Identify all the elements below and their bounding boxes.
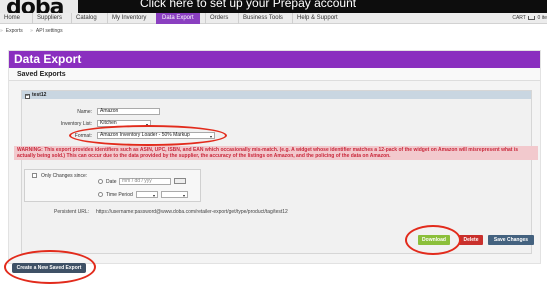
time-period-unit-select[interactable]: ▾ — [161, 191, 188, 198]
logo-text: doba — [6, 0, 64, 13]
persistent-url-label: Persistent URL: — [54, 209, 90, 215]
delete-button[interactable]: Delete — [459, 235, 483, 245]
time-period-amount-select[interactable]: ▾ — [136, 191, 158, 198]
prepay-promo-link[interactable]: Click here to set up your Prepay account — [140, 0, 356, 10]
page-title: Data Export — [9, 51, 540, 68]
export-section-title: test12 — [32, 92, 47, 98]
only-changes-checkbox[interactable] — [32, 173, 37, 178]
only-changes-label: Only Changes since: — [41, 173, 88, 179]
sub-nav: » Exports » API settings — [0, 28, 69, 36]
format-value: Amazon Inventory Loader - 50% Markup — [100, 132, 190, 138]
cart-count: 0 ite — [537, 15, 547, 21]
name-label: Name: — [77, 109, 92, 115]
name-field[interactable]: Amazon — [97, 108, 160, 115]
save-changes-button[interactable]: Save Changes — [488, 235, 534, 245]
logo[interactable]: doba — [0, 0, 78, 13]
cart-icon — [528, 15, 536, 20]
nav-help-support[interactable]: Help & Support — [292, 13, 338, 24]
nav-catalog[interactable]: Catalog — [71, 13, 97, 24]
inventory-list-select[interactable]: Kitchen ▾ — [97, 120, 151, 127]
time-period-label: Time Period — [106, 192, 133, 198]
create-saved-export-button[interactable]: Create a New Saved Export — [12, 263, 86, 273]
separator-icon: » — [30, 28, 33, 34]
collapse-icon[interactable]: − — [25, 94, 30, 99]
persistent-url-value[interactable]: https://username:password@www.doba.com/r… — [96, 209, 288, 215]
nav-my-inventory[interactable]: My Inventory — [107, 13, 146, 24]
chevron-down-icon: ▾ — [182, 193, 185, 198]
chevron-down-icon: ▾ — [209, 134, 212, 139]
separator-icon: » — [0, 28, 3, 34]
date-label: Date — [106, 179, 117, 185]
chevron-down-icon: ▾ — [145, 122, 148, 127]
cart-link[interactable]: CART 0 ite — [512, 13, 547, 24]
date-input[interactable]: mm / dd / yyy — [119, 178, 171, 185]
nav-business-tools[interactable]: Business Tools — [238, 13, 283, 24]
subnav-exports[interactable]: Exports — [6, 28, 23, 34]
download-button[interactable]: Download — [418, 235, 450, 245]
top-banner: doba Click here to set up your Prepay ac… — [0, 0, 547, 13]
chevron-down-icon: ▾ — [152, 193, 155, 198]
nav-data-export[interactable]: Data Export — [156, 13, 200, 24]
inventory-list-label: Inventory List: — [60, 121, 92, 127]
saved-exports-heading: Saved Exports — [9, 68, 540, 81]
nav-suppliers[interactable]: Suppliers — [32, 13, 62, 24]
calendar-icon[interactable] — [174, 178, 186, 184]
export-section-header[interactable]: − test12 — [22, 91, 531, 99]
nav-home[interactable]: Home — [0, 13, 20, 24]
time-period-radio[interactable] — [98, 192, 103, 197]
format-label: Format: — [74, 133, 92, 139]
warning-message: WARNING: This export provides identifier… — [14, 146, 538, 160]
format-select[interactable]: Amazon Inventory Loader - 50% Markup ▾ — [97, 132, 215, 139]
date-radio[interactable] — [98, 179, 103, 184]
main-nav: Home Suppliers Catalog My Inventory Data… — [0, 13, 547, 24]
cart-label: CART — [512, 15, 526, 21]
nav-orders[interactable]: Orders — [205, 13, 228, 24]
inventory-list-value: Kitchen — [100, 120, 117, 126]
subnav-api-settings[interactable]: API settings — [36, 28, 63, 34]
